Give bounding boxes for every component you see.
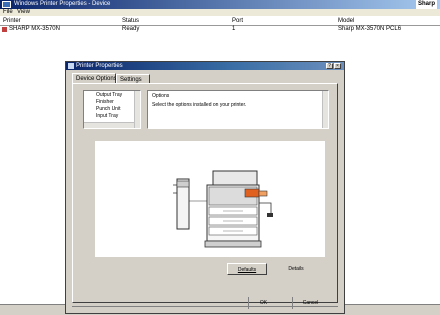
tab-strip: Device Options Settings bbox=[72, 73, 338, 83]
cancel-button[interactable]: Cancel bbox=[292, 297, 328, 309]
tab-panel: Output Tray Finisher Punch Unit Input Tr… bbox=[72, 83, 338, 303]
description-box: Options Select the options installed on … bbox=[147, 90, 329, 129]
dialog-titlebar[interactable]: Printer Properties ? × bbox=[66, 62, 344, 70]
options-list-hscrollbar[interactable] bbox=[84, 122, 134, 128]
tab-device-options[interactable]: Device Options bbox=[72, 73, 117, 83]
printer-icon bbox=[2, 27, 7, 32]
printer-app-icon bbox=[2, 1, 11, 8]
column-header-model[interactable]: Model bbox=[338, 18, 354, 25]
menubar: File View bbox=[0, 9, 440, 16]
description-scrollbar[interactable] bbox=[322, 91, 328, 128]
defaults-button[interactable]: Defaults bbox=[227, 263, 267, 275]
sharp-logo: Sharp bbox=[415, 0, 437, 9]
help-button[interactable]: ? bbox=[326, 63, 333, 69]
list-header: Printer Status Port Model bbox=[0, 18, 440, 26]
options-list-scrollbar[interactable] bbox=[134, 91, 140, 128]
list-item[interactable]: Punch Unit bbox=[96, 106, 120, 113]
close-button[interactable]: × bbox=[334, 63, 341, 69]
dialog-title: Printer Properties bbox=[76, 63, 123, 69]
cell-status: Ready bbox=[122, 26, 140, 32]
printer-properties-dialog: Printer Properties ? × Device Options Se… bbox=[65, 61, 345, 314]
main-titlebar[interactable]: Windows Printer Properties - Device Shar… bbox=[0, 0, 440, 9]
list-item[interactable]: Output Tray bbox=[96, 92, 122, 99]
column-header-port[interactable]: Port bbox=[232, 18, 243, 25]
tab-settings[interactable]: Settings bbox=[116, 74, 150, 83]
list-item[interactable]: Finisher bbox=[96, 99, 114, 106]
cell-printer: SHARP MX-3570N bbox=[9, 26, 60, 32]
cell-port: 1 bbox=[232, 26, 236, 32]
cell-model: Sharp MX-3570N PCL6 bbox=[338, 26, 402, 32]
menu-view[interactable]: View bbox=[17, 9, 30, 16]
dialog-icon bbox=[68, 63, 74, 69]
list-item[interactable]: Input Tray bbox=[96, 113, 118, 120]
ok-button[interactable]: OK bbox=[248, 297, 278, 309]
column-header-printer[interactable]: Printer bbox=[3, 18, 21, 25]
menu-file[interactable]: File bbox=[3, 9, 13, 16]
column-header-status[interactable]: Status bbox=[122, 18, 139, 25]
description-heading: Options bbox=[152, 93, 170, 99]
printer-illustration-icon bbox=[173, 170, 273, 248]
window-title: Windows Printer Properties - Device bbox=[14, 1, 111, 7]
description-text: Select the options installed on your pri… bbox=[152, 102, 247, 108]
table-row[interactable]: SHARP MX-3570N Ready 1 Sharp MX-3570N PC… bbox=[0, 26, 440, 33]
printer-preview bbox=[95, 141, 325, 257]
options-list[interactable]: Output Tray Finisher Punch Unit Input Tr… bbox=[83, 90, 141, 129]
details-button[interactable]: Details bbox=[281, 263, 311, 275]
